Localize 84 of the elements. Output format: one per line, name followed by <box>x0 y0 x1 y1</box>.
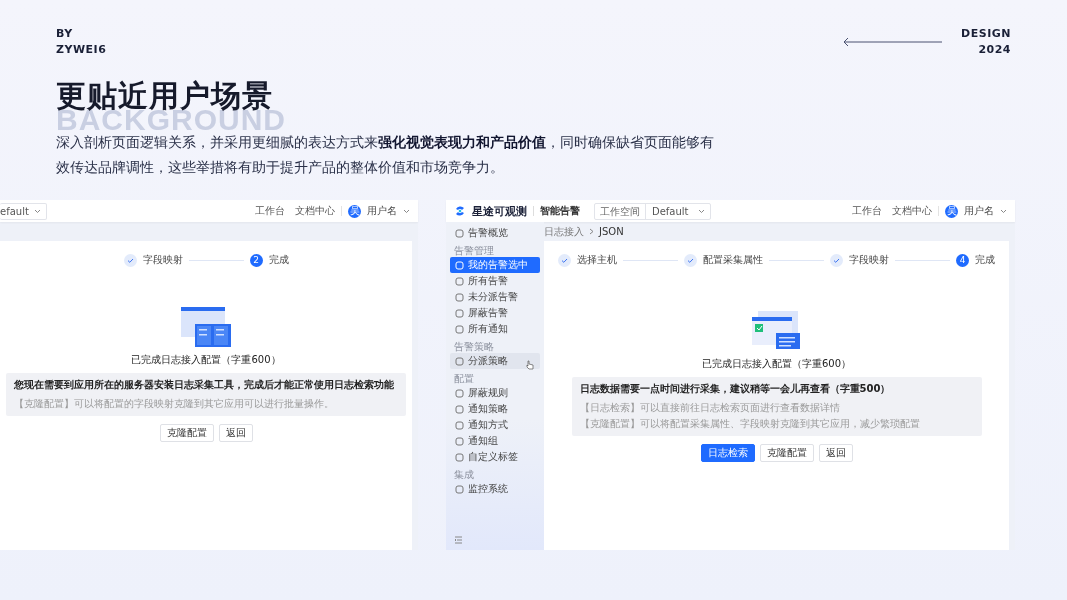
caret-icon[interactable] <box>1000 208 1007 214</box>
step-number: 2 <box>249 253 263 267</box>
caret-icon <box>698 208 705 214</box>
sidebar-item-label: 我的告警选中 <box>468 258 528 272</box>
notice-text: 【克隆配置】可以将配置的字段映射克隆到其它应用可以进行批量操作。 <box>14 397 335 411</box>
user-name[interactable]: 用户名 <box>964 204 994 218</box>
collapse-icon[interactable] <box>454 536 463 544</box>
sidebar-item[interactable]: 屏蔽规则 <box>450 385 540 401</box>
menu-icon <box>455 228 464 238</box>
logo-icon <box>454 205 466 217</box>
nav-link[interactable]: 文档中心 <box>295 204 335 218</box>
sidebar-item[interactable]: 监控系统 <box>450 481 540 497</box>
intro-paragraph: 深入剖析页面逻辑关系，并采用更细腻的表达方式来强化视觉表现力和产品价值，同时确保缺省页面能够有效传达品牌调性，这些举措将有助于提升产品的整体价值和市场竞争力。 <box>56 133 715 177</box>
sidebar-group-label: 告警管理 <box>454 246 495 256</box>
sidebar-item[interactable]: 通知方式 <box>450 417 540 433</box>
sidebar-item[interactable]: 告警概览 <box>450 225 540 241</box>
sidebar-item[interactable]: 通知组 <box>450 433 540 449</box>
caret-icon <box>34 208 41 214</box>
sidebar-group-label: 告警策略 <box>454 342 495 352</box>
edition-year: 2024 <box>978 42 1011 58</box>
step-label: 配置采集属性 <box>703 253 763 267</box>
sidebar-item-label: 告警概览 <box>468 226 508 240</box>
step-number: 4 <box>956 253 969 267</box>
sidebar-item-label: 通知方式 <box>468 418 508 432</box>
menu-icon <box>455 484 464 494</box>
arrow-left-icon <box>843 37 944 47</box>
step-label: 字段映射 <box>142 253 183 267</box>
sidebar-group-label: 配置 <box>454 374 475 384</box>
nav-link[interactable]: 文档中心 <box>892 204 932 218</box>
sidebar-item-label: 通知策略 <box>468 402 508 416</box>
notice-title: 日志数据需要一点时间进行采集，建议稍等一会儿再查看（字重500） <box>579 382 892 396</box>
sidebar-item-label: 监控系统 <box>468 482 508 496</box>
chevron-right-icon <box>589 228 594 235</box>
sidebar-item[interactable]: 自定义标签 <box>450 449 540 465</box>
sidebar-item-label: 未分派告警 <box>468 290 518 304</box>
result-title: 已完成日志接入配置（字重600） <box>701 357 852 371</box>
sidebar-item[interactable]: 分派策略 <box>450 353 540 369</box>
cursor-icon <box>526 360 534 370</box>
user-avatar: 吴 <box>348 204 361 218</box>
sidebar-item-label: 自定义标签 <box>468 450 518 464</box>
sidebar-item-label: 屏蔽告警 <box>468 306 508 320</box>
log-illustration-drawing <box>751 311 802 351</box>
sidebar-item[interactable]: 所有通知 <box>450 321 540 337</box>
user-avatar: 吴 <box>945 204 958 218</box>
step-label: 选择主机 <box>577 253 617 267</box>
server-illustration-drawing <box>181 307 231 347</box>
notice-title: 您现在需要到应用所在的服务器安装日志采集工具，完成后才能正常使用日志检索功能 <box>14 378 395 392</box>
action-button[interactable]: 克隆配置 <box>759 444 814 462</box>
menu-icon <box>455 356 464 366</box>
breadcrumb-item: JSON <box>599 226 624 237</box>
notice-text: 【克隆配置】可以将配置采集属性、字段映射克隆到其它应用，减少繁琐配置 <box>579 417 921 431</box>
sidebar-item-label: 所有通知 <box>468 322 508 336</box>
sidebar-item[interactable]: 所有告警 <box>450 273 540 289</box>
workspace-select[interactable]: efault <box>0 202 47 220</box>
sidebar-item[interactable]: 屏蔽告警 <box>450 305 540 321</box>
edition-label: DESIGN <box>961 26 1011 42</box>
brand-name: 星途可观测 <box>472 203 527 219</box>
action-button[interactable]: 返回 <box>818 444 853 462</box>
result-title: 已完成日志接入配置（字重600） <box>131 353 281 367</box>
step-label: 完成 <box>268 253 289 267</box>
sidebar-group-label: 集成 <box>454 470 475 480</box>
sidebar-item-label: 通知组 <box>468 434 498 448</box>
step-label: 字段映射 <box>849 253 889 267</box>
author-label: BY <box>56 26 74 42</box>
sidebar-item-label: 所有告警 <box>468 274 508 288</box>
nav-link[interactable]: 工作台 <box>852 204 882 218</box>
sidebar-item[interactable]: 未分派告警 <box>450 289 540 305</box>
user-name[interactable]: 用户名 <box>367 204 397 218</box>
notice-text: 【日志检索】可以直接前往日志检索页面进行查看数据详情 <box>579 401 841 415</box>
page-title: 更贴近用户场景 <box>56 78 273 113</box>
breadcrumb-item[interactable]: 日志接入 <box>544 224 584 239</box>
sidebar-item[interactable]: 我的告警选中 <box>450 257 540 273</box>
action-button[interactable]: 日志检索 <box>700 444 755 462</box>
module-name: 智能告警 <box>540 204 580 218</box>
action-button[interactable]: 克隆配置 <box>159 424 214 442</box>
caret-icon[interactable] <box>403 208 410 214</box>
sidebar-item-label: 分派策略 <box>468 354 508 368</box>
action-button[interactable]: 返回 <box>218 424 253 442</box>
sidebar-item-label: 屏蔽规则 <box>468 386 508 400</box>
nav-link[interactable]: 工作台 <box>255 204 285 218</box>
step-label: 完成 <box>975 253 995 267</box>
author-name: ZYWEI6 <box>56 42 107 58</box>
workspace-select[interactable]: 工作空间 Default <box>594 202 711 220</box>
sidebar-item[interactable]: 通知策略 <box>450 401 540 417</box>
